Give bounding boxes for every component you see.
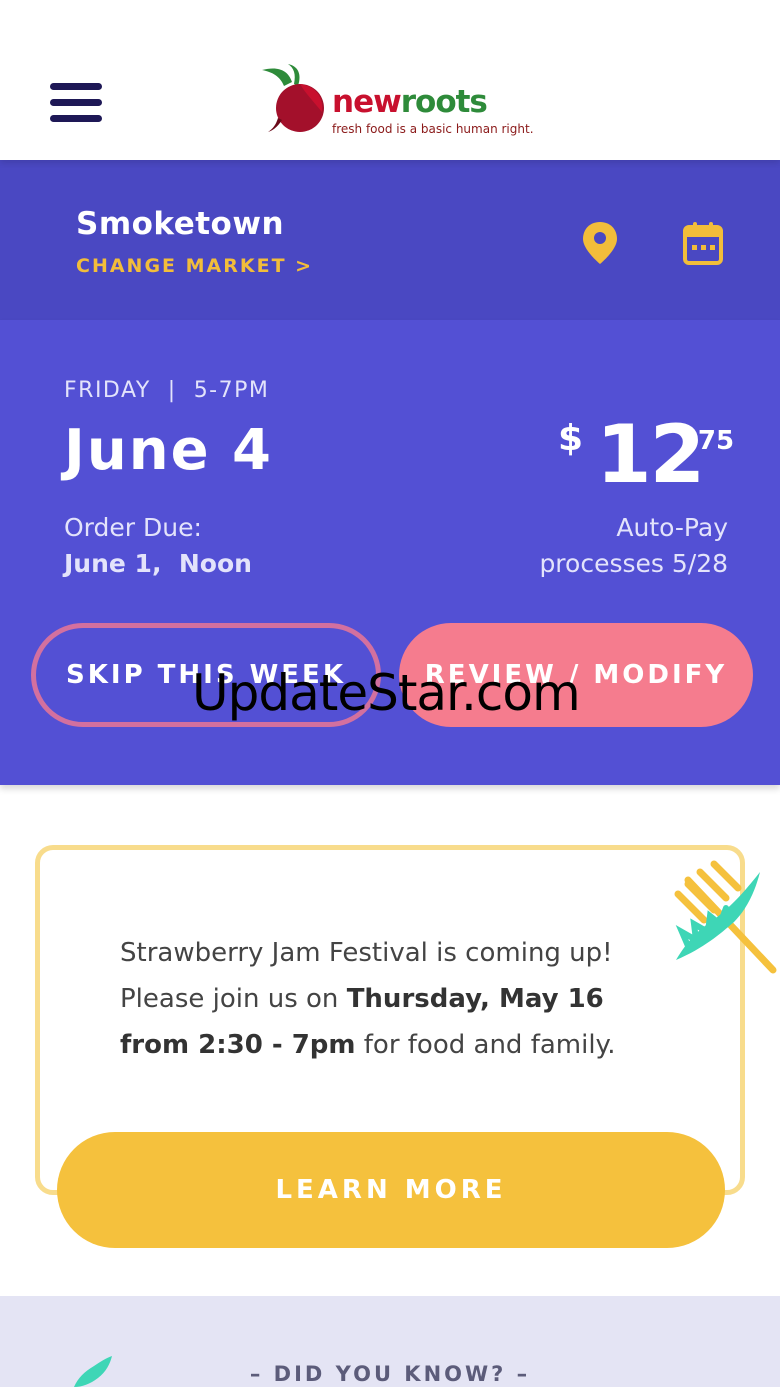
- event-line-3: from 2:30 - 7pm for food and family.: [120, 1022, 680, 1068]
- event-date: Thursday, May 16: [346, 984, 604, 1014]
- pickup-day-time: FRIDAY | 5-7PM: [64, 378, 269, 403]
- change-market-link[interactable]: CHANGE MARKET >: [76, 255, 313, 277]
- app-header: newroots fresh food is a basic human rig…: [0, 0, 780, 160]
- event-line-2: Please join us on Thursday, May 16: [120, 976, 680, 1022]
- day-time-separator: |: [167, 378, 177, 403]
- price-cents: .75: [688, 426, 735, 456]
- map-pin-icon[interactable]: [580, 220, 620, 266]
- pickup-time: 5-7PM: [193, 378, 270, 403]
- order-due-label: Order Due:: [64, 513, 202, 542]
- event-time: from 2:30 - 7pm: [120, 1030, 356, 1060]
- new-roots-logo[interactable]: newroots fresh food is a basic human rig…: [258, 62, 534, 142]
- beet-logo-icon: [262, 64, 324, 132]
- logo-wordmark: newroots: [332, 84, 488, 120]
- logo-word-roots: roots: [400, 84, 488, 120]
- pickup-day: FRIDAY: [64, 378, 151, 403]
- menu-bar: [50, 83, 102, 90]
- autopay-date: processes 5/28: [539, 549, 728, 578]
- menu-bar: [50, 99, 102, 106]
- did-you-know-heading: – DID YOU KNOW? –: [0, 1362, 780, 1386]
- logo-word-new: new: [332, 84, 402, 120]
- heading-dash-right: –: [516, 1362, 531, 1386]
- price-currency: $: [558, 418, 584, 459]
- skip-this-week-button[interactable]: SKIP THIS WEEK: [31, 623, 381, 727]
- learn-more-button[interactable]: LEARN MORE: [57, 1132, 725, 1248]
- review-modify-button[interactable]: REVIEW / MODIFY: [399, 623, 753, 727]
- event-description: Strawberry Jam Festival is coming up! Pl…: [120, 930, 680, 1068]
- event-line-2-text: Please join us on: [120, 984, 347, 1014]
- autopay-label: Auto-Pay: [616, 513, 728, 542]
- logo-tagline: fresh food is a basic human right.: [332, 122, 534, 136]
- fork-with-greens-icon: [674, 860, 777, 974]
- calendar-icon[interactable]: [682, 221, 724, 265]
- heading-dash-left: –: [249, 1362, 264, 1386]
- order-due-value: June 1, Noon: [64, 549, 252, 578]
- event-line-1: Strawberry Jam Festival is coming up!: [120, 938, 613, 968]
- menu-bar: [50, 115, 102, 122]
- did-you-know-title: DID YOU KNOW?: [273, 1362, 507, 1386]
- hamburger-menu-icon[interactable]: [50, 83, 102, 123]
- event-line-3-text: for food and family.: [355, 1030, 616, 1060]
- market-name: Smoketown: [76, 206, 285, 242]
- pickup-date: June 4: [64, 418, 274, 483]
